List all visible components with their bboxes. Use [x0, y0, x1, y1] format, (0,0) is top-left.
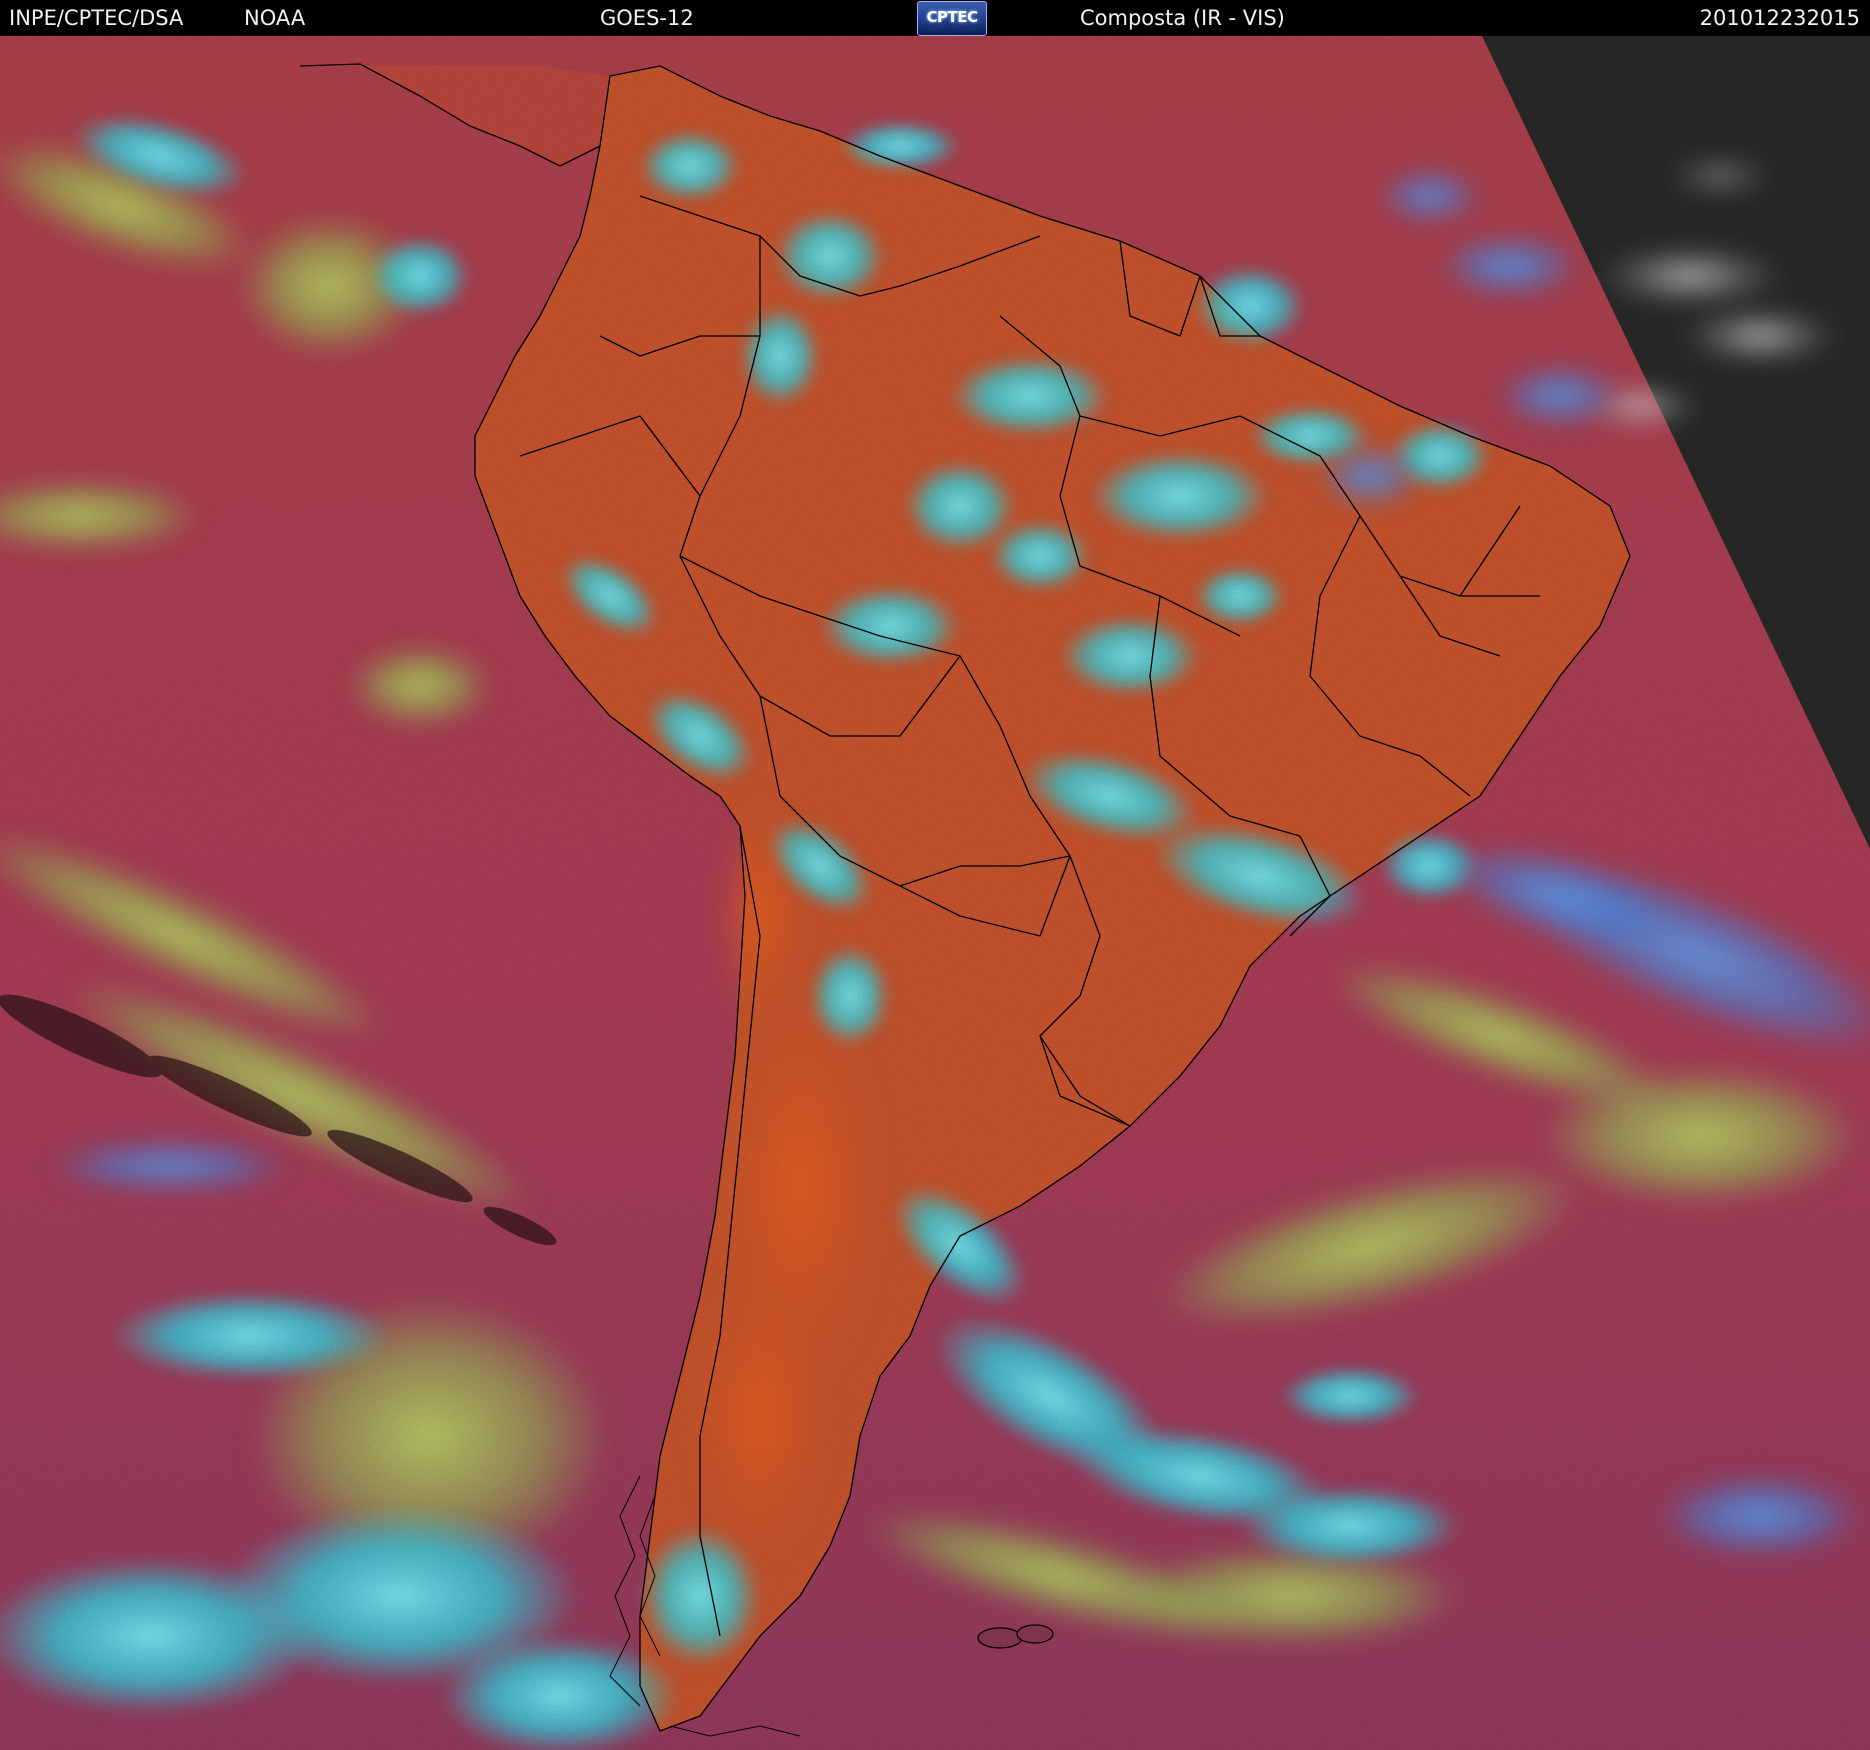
- satellite-composite-svg: [0, 36, 1870, 1750]
- timestamp-label: 201012232015: [1699, 6, 1860, 30]
- header-bar: INPE/CPTEC/DSA NOAA GOES-12 CPTEC Compos…: [0, 0, 1870, 36]
- satellite-image: [0, 36, 1870, 1750]
- cptec-logo: CPTEC: [917, 1, 987, 36]
- source-label: NOAA: [244, 6, 306, 30]
- image-noise-texture: [0, 36, 1870, 1750]
- agency-label: INPE/CPTEC/DSA: [9, 6, 184, 30]
- satellite-label: GOES-12: [600, 6, 694, 30]
- satellite-image-viewer: INPE/CPTEC/DSA NOAA GOES-12 CPTEC Compos…: [0, 0, 1870, 1750]
- product-label: Composta (IR - VIS): [1080, 6, 1285, 30]
